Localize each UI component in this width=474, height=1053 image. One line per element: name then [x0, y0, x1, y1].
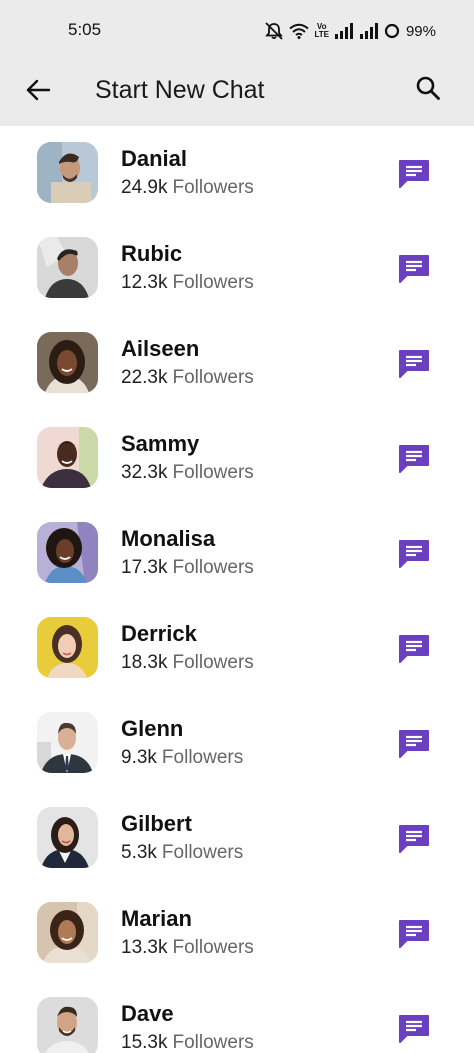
follower-count: 22.3k Followers	[121, 366, 254, 390]
follower-label: Followers	[172, 557, 254, 578]
follower-number: 12.3k	[121, 272, 168, 293]
contact-name: Ailseen	[121, 336, 200, 361]
avatar[interactable]	[37, 807, 98, 868]
follower-number: 32.3k	[121, 462, 168, 483]
contact-list[interactable]: Danial 24.9k Followers Rubic 12.3k Followe…	[0, 126, 474, 1053]
battery-percent: 99%	[405, 22, 436, 40]
follower-number: 9.3k	[121, 747, 157, 768]
avatar[interactable]	[37, 902, 98, 963]
message-button[interactable]	[396, 252, 432, 284]
chat-bubble-icon	[399, 350, 429, 378]
contact-row[interactable]: Marian 13.3k Followers	[0, 886, 474, 981]
chat-bubble-icon	[399, 160, 429, 188]
contact-name: Gilbert	[121, 811, 192, 836]
follower-label: Followers	[172, 462, 254, 483]
chat-bubble-icon	[399, 255, 429, 283]
message-button[interactable]	[396, 157, 432, 189]
signal-icon	[359, 23, 379, 39]
chat-bubble-icon	[399, 635, 429, 663]
avatar[interactable]	[37, 142, 98, 203]
search-button[interactable]	[410, 72, 446, 108]
status-icons: Vo LTE 99%	[264, 21, 436, 41]
follower-count: 9.3k Followers	[121, 746, 243, 770]
avatar[interactable]	[37, 997, 98, 1053]
contact-row[interactable]: Rubic 12.3k Followers	[0, 221, 474, 316]
message-button[interactable]	[396, 1012, 432, 1044]
follower-number: 15.3k	[121, 1032, 168, 1053]
battery-ring-icon	[384, 23, 400, 39]
follower-number: 13.3k	[121, 937, 168, 958]
follower-label: Followers	[172, 272, 254, 293]
follower-number: 18.3k	[121, 652, 168, 673]
message-button[interactable]	[396, 822, 432, 854]
follower-number: 5.3k	[121, 842, 157, 863]
chat-bubble-icon	[399, 730, 429, 758]
back-button[interactable]	[20, 74, 56, 110]
contact-row[interactable]: Danial 24.9k Followers	[0, 126, 474, 221]
contact-name: Monalisa	[121, 526, 216, 551]
follower-count: 13.3k Followers	[121, 936, 254, 960]
follower-label: Followers	[172, 1032, 254, 1053]
contact-row[interactable]: Ailseen 22.3k Followers	[0, 316, 474, 411]
volte-icon: Vo LTE	[314, 23, 329, 39]
mute-bell-icon	[264, 22, 284, 40]
follower-label: Followers	[161, 747, 244, 768]
follower-label: Followers	[172, 177, 254, 198]
message-button[interactable]	[396, 632, 432, 664]
signal-icon	[334, 23, 354, 39]
search-icon	[415, 75, 441, 106]
message-button[interactable]	[396, 442, 432, 474]
chat-bubble-icon	[399, 825, 429, 853]
follower-count: 12.3k Followers	[121, 271, 254, 295]
follower-label: Followers	[172, 367, 254, 388]
contact-row[interactable]: Dave 15.3k Followers	[0, 981, 474, 1053]
message-button[interactable]	[396, 537, 432, 569]
message-button[interactable]	[396, 727, 432, 759]
volte-bottom: LTE	[314, 30, 329, 39]
contact-row[interactable]: Derrick 18.3k Followers	[0, 601, 474, 696]
contact-row[interactable]: Gilbert 5.3k Followers	[0, 791, 474, 886]
avatar[interactable]	[37, 522, 98, 583]
page-title: Start New Chat	[95, 76, 265, 104]
contact-name: Danial	[121, 146, 188, 171]
chat-bubble-icon	[399, 920, 429, 948]
contact-name: Rubic	[121, 241, 183, 266]
follower-label: Followers	[172, 937, 254, 958]
contact-name: Derrick	[121, 621, 197, 646]
follower-label: Followers	[161, 842, 244, 863]
status-time: 5:05	[68, 20, 102, 39]
arrow-left-icon	[25, 79, 51, 106]
message-button[interactable]	[396, 917, 432, 949]
avatar[interactable]	[37, 712, 98, 773]
chat-bubble-icon	[399, 445, 429, 473]
chat-bubble-icon	[399, 1015, 429, 1043]
contact-name: Glenn	[121, 716, 184, 741]
avatar[interactable]	[37, 617, 98, 678]
follower-count: 5.3k Followers	[121, 841, 243, 865]
contact-row[interactable]: Monalisa 17.3k Followers	[0, 506, 474, 601]
chat-bubble-icon	[399, 540, 429, 568]
follower-number: 24.9k	[121, 177, 168, 198]
avatar[interactable]	[37, 237, 98, 298]
follower-count: 18.3k Followers	[121, 651, 254, 675]
contact-row[interactable]: Sammy 32.3k Followers	[0, 411, 474, 506]
follower-number: 22.3k	[121, 367, 168, 388]
wifi-icon	[289, 23, 310, 39]
contact-row[interactable]: Glenn 9.3k Followers	[0, 696, 474, 791]
follower-number: 17.3k	[121, 557, 168, 578]
app-bar: Start New Chat	[0, 62, 474, 126]
follower-count: 32.3k Followers	[121, 461, 254, 485]
avatar[interactable]	[37, 427, 98, 488]
contact-name: Sammy	[121, 431, 200, 456]
follower-count: 17.3k Followers	[121, 556, 254, 580]
follower-count: 24.9k Followers	[121, 176, 254, 200]
status-bar: 5:05 Vo LTE 99%	[0, 0, 474, 62]
contact-name: Marian	[121, 906, 192, 931]
message-button[interactable]	[396, 347, 432, 379]
contact-name: Dave	[121, 1001, 174, 1026]
follower-label: Followers	[172, 652, 254, 673]
avatar[interactable]	[37, 332, 98, 393]
follower-count: 15.3k Followers	[121, 1031, 254, 1053]
